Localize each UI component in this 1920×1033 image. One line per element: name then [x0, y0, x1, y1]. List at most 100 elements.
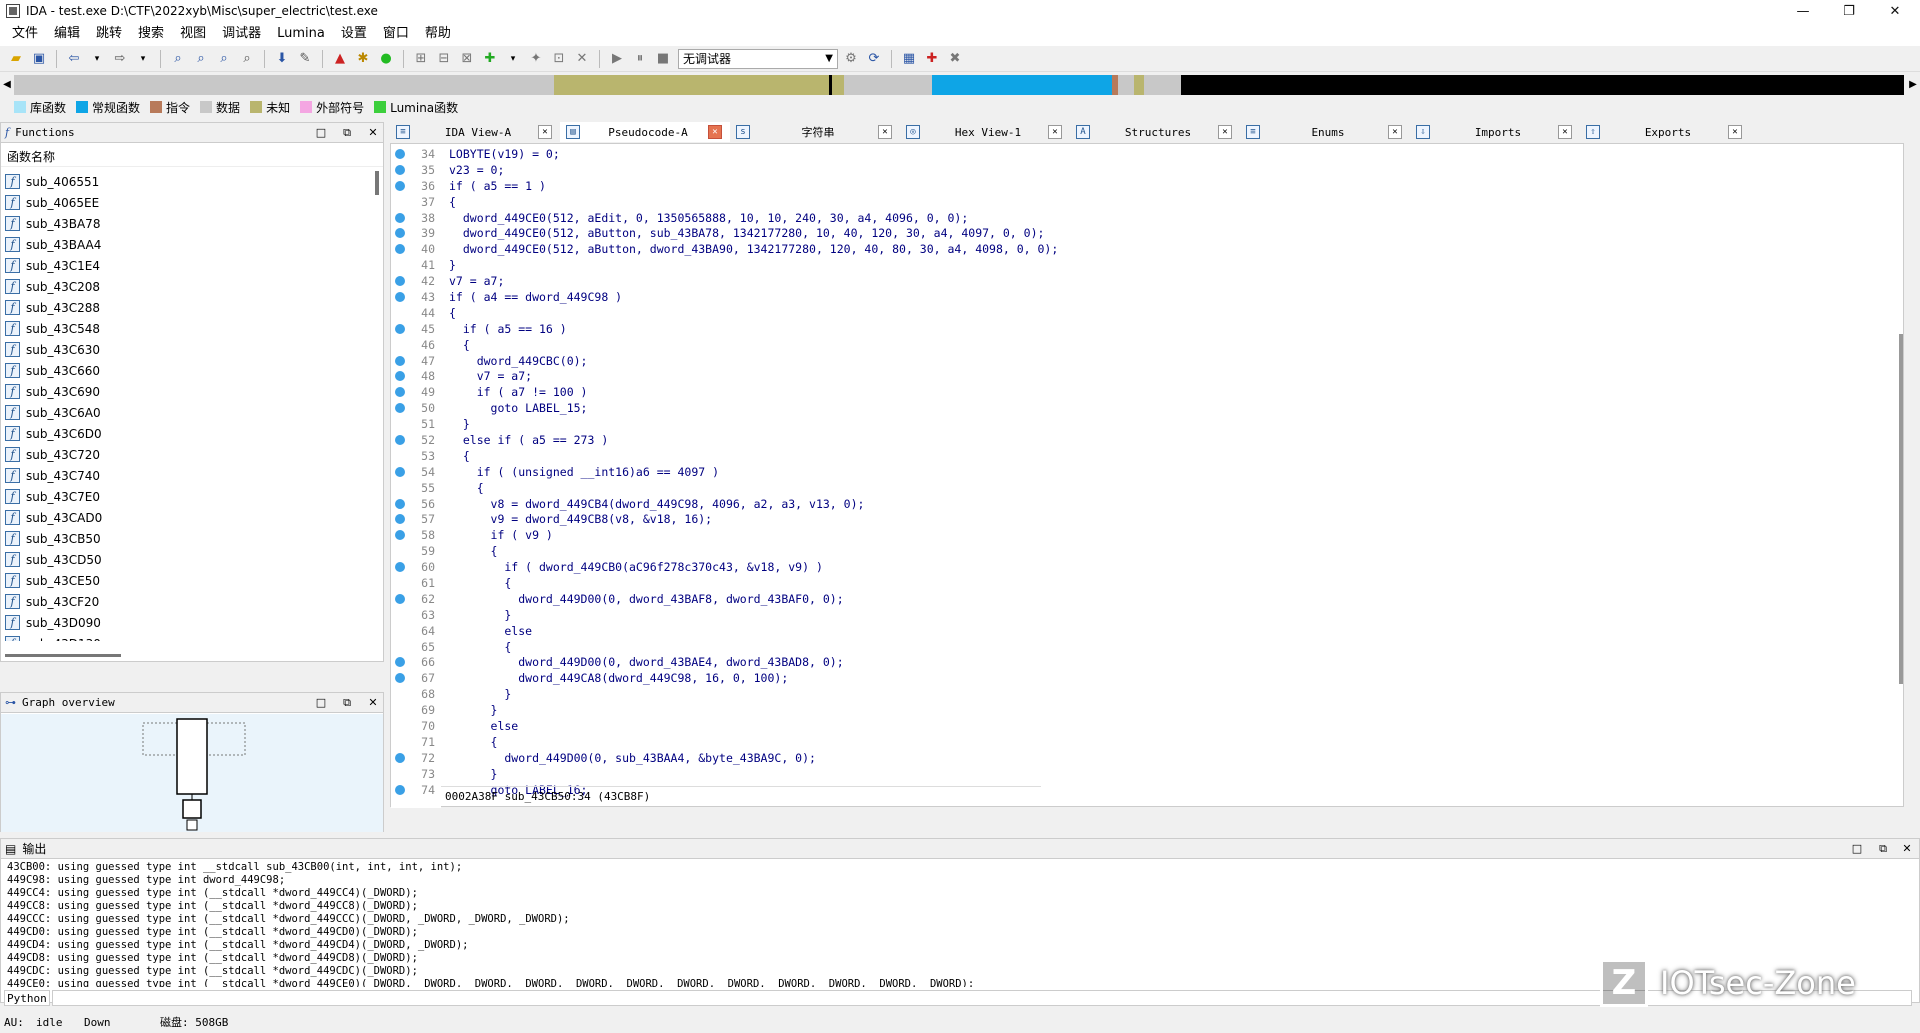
code-line[interactable]: 63 }	[391, 607, 1881, 623]
menu-windows[interactable]: 窗口	[375, 22, 417, 46]
code-line[interactable]: 37 {	[391, 194, 1881, 210]
close-window-button[interactable]: ✕	[1872, 0, 1918, 22]
breakpoint-dot-icon[interactable]	[395, 276, 405, 287]
tab-imports[interactable]: ⇩ Imports ✕	[1410, 122, 1580, 142]
code-line[interactable]: 58 if ( v9 )	[391, 527, 1881, 543]
function-list-item[interactable]: f sub_43C720	[1, 444, 367, 465]
float-panel-icon[interactable]: ⧉	[337, 123, 357, 143]
navigation-band-bar[interactable]	[14, 75, 1904, 95]
code-line[interactable]: 40 dword_449CE0(512, aButton, dword_43BA…	[391, 241, 1881, 257]
breakpoint-dot-icon[interactable]	[395, 197, 405, 207]
minimize-button[interactable]: —	[1780, 0, 1826, 22]
code-line[interactable]: 67 dword_449CA8(dword_449C98, 16, 0, 100…	[391, 670, 1881, 686]
code-line[interactable]: 44 {	[391, 305, 1881, 321]
tab-exports[interactable]: ⇧ Exports ✕	[1580, 122, 1750, 142]
restore-panel-icon[interactable]: □	[311, 123, 331, 143]
back-arrow-icon[interactable]: ⇦	[64, 49, 84, 69]
breakpoint-dot-icon[interactable]	[395, 721, 405, 731]
code-line[interactable]: 35 v23 = 0;	[391, 162, 1881, 178]
python-tab[interactable]: Python	[4, 990, 50, 1006]
menu-edit[interactable]: 编辑	[46, 22, 88, 46]
menu-help[interactable]: 帮助	[417, 22, 459, 46]
function-list-item[interactable]: f sub_43C1E4	[1, 255, 367, 276]
code-analysis-icon[interactable]: ✱	[353, 49, 373, 69]
breakpoint-dot-icon[interactable]	[395, 387, 405, 398]
breakpoint-dot-icon[interactable]	[395, 451, 405, 461]
restore-panel-icon[interactable]: □	[1847, 839, 1867, 859]
breakpoint-dot-icon[interactable]	[395, 323, 405, 334]
tab-enums[interactable]: ≡ Enums ✕	[1240, 122, 1410, 142]
menu-jump[interactable]: 跳转	[88, 22, 130, 46]
forward-dropdown-icon[interactable]: ▾	[133, 49, 153, 69]
tab-字符串[interactable]: s 字符串 ✕	[730, 122, 900, 142]
tab-structures[interactable]: A Structures ✕	[1070, 122, 1240, 142]
calculator-icon[interactable]: ▦	[899, 49, 919, 69]
function-list-item[interactable]: f sub_43BAA4	[1, 234, 367, 255]
pseudocode-view[interactable]: 34 LOBYTE(v19) = 0; 35 v23 = 0; 36 if ( a5 ==…	[390, 143, 1904, 808]
menu-search[interactable]: 搜索	[130, 22, 172, 46]
code-line[interactable]: 68 }	[391, 686, 1881, 702]
save-icon[interactable]: ▣	[29, 49, 49, 69]
function-list-item[interactable]: f sub_406551	[1, 171, 367, 192]
tab-hex-view-1[interactable]: ◎ Hex View-1 ✕	[900, 122, 1070, 142]
function-list-item[interactable]: f sub_43CD50	[1, 549, 367, 570]
make-code-icon[interactable]: ⊞	[411, 49, 431, 69]
breakpoint-dot-icon[interactable]	[395, 673, 405, 684]
code-line[interactable]: 34 LOBYTE(v19) = 0;	[391, 146, 1881, 162]
code-line[interactable]: 71 {	[391, 734, 1881, 750]
code-line[interactable]: 55 {	[391, 480, 1881, 496]
code-line[interactable]: 52 else if ( a5 == 273 )	[391, 432, 1881, 448]
breakpoint-dot-icon[interactable]	[395, 578, 405, 588]
jump-down-icon[interactable]: ⬇	[272, 49, 292, 69]
breakpoint-dot-icon[interactable]	[395, 562, 405, 573]
forward-arrow-icon[interactable]: ⇨	[110, 49, 130, 69]
code-line[interactable]: 69 }	[391, 702, 1881, 718]
code-line[interactable]: 61 {	[391, 575, 1881, 591]
code-line[interactable]: 54 if ( (unsigned __int16)a6 == 4097 )	[391, 464, 1881, 480]
code-line[interactable]: 56 v8 = dword_449CB4(dword_449C98, 4096,…	[391, 496, 1881, 512]
breakpoint-dot-icon[interactable]	[395, 610, 405, 620]
breakpoint-dot-icon[interactable]	[395, 466, 405, 477]
breakpoint-dot-icon[interactable]	[395, 498, 405, 509]
breakpoint-dot-icon[interactable]	[395, 164, 405, 175]
code-scrollbar[interactable]	[1899, 334, 1903, 684]
function-list-item[interactable]: f sub_43C548	[1, 318, 367, 339]
breakpoint-dot-icon[interactable]	[395, 769, 405, 779]
delete-icon[interactable]: ✕	[572, 49, 592, 69]
add-breakpoint-icon[interactable]: ✚	[922, 49, 942, 69]
history-dropdown-icon[interactable]: ▾	[87, 49, 107, 69]
function-list-item[interactable]: f sub_43C288	[1, 297, 367, 318]
maximize-button[interactable]: ❐	[1826, 0, 1872, 22]
tab-ida-view-a[interactable]: ≡ IDA View-A ✕	[390, 122, 560, 142]
refresh-icon[interactable]: ⟳	[864, 49, 884, 69]
function-list-item[interactable]: f sub_43C7E0	[1, 486, 367, 507]
breakpoint-dot-icon[interactable]	[395, 642, 405, 652]
close-tab-icon[interactable]: ✕	[1218, 125, 1232, 139]
function-list-hscrollbar[interactable]	[5, 654, 121, 657]
code-line[interactable]: 72 dword_449D00(0, sub_43BAA4, &byte_43B…	[391, 750, 1881, 766]
function-list-item[interactable]: f sub_43C740	[1, 465, 367, 486]
nav-right-arrow-icon[interactable]: ▶	[1906, 75, 1920, 95]
breakpoint-dot-icon[interactable]	[395, 434, 405, 445]
debug-options-icon[interactable]: ⚙	[841, 49, 861, 69]
function-list-item[interactable]: f sub_43C630	[1, 339, 367, 360]
function-list-item[interactable]: f sub_43C690	[1, 381, 367, 402]
function-list-item[interactable]: f sub_43CB50	[1, 528, 367, 549]
make-string-icon[interactable]: ⊠	[457, 49, 477, 69]
breakpoint-dot-icon[interactable]	[395, 244, 405, 255]
breakpoint-dot-icon[interactable]	[395, 546, 405, 556]
function-list-item[interactable]: f sub_43CF20	[1, 591, 367, 612]
graph-overview-canvas[interactable]	[1, 714, 383, 832]
green-circle-icon[interactable]: ●	[376, 49, 396, 69]
close-panel-icon[interactable]: ✕	[363, 693, 383, 713]
breakpoint-dot-icon[interactable]	[395, 752, 405, 763]
breakpoint-dot-icon[interactable]	[395, 148, 405, 159]
close-tab-icon[interactable]: ✕	[878, 125, 892, 139]
function-list-item[interactable]: f sub_43C6D0	[1, 423, 367, 444]
code-line[interactable]: 48 v7 = a7;	[391, 368, 1881, 384]
close-tab-icon[interactable]: ✕	[1048, 125, 1062, 139]
breakpoint-dot-icon[interactable]	[395, 260, 405, 270]
pause-icon[interactable]: ⏸	[630, 49, 650, 69]
remove-breakpoint-icon[interactable]: ✖	[945, 49, 965, 69]
code-line[interactable]: 49 if ( a7 != 100 )	[391, 384, 1881, 400]
